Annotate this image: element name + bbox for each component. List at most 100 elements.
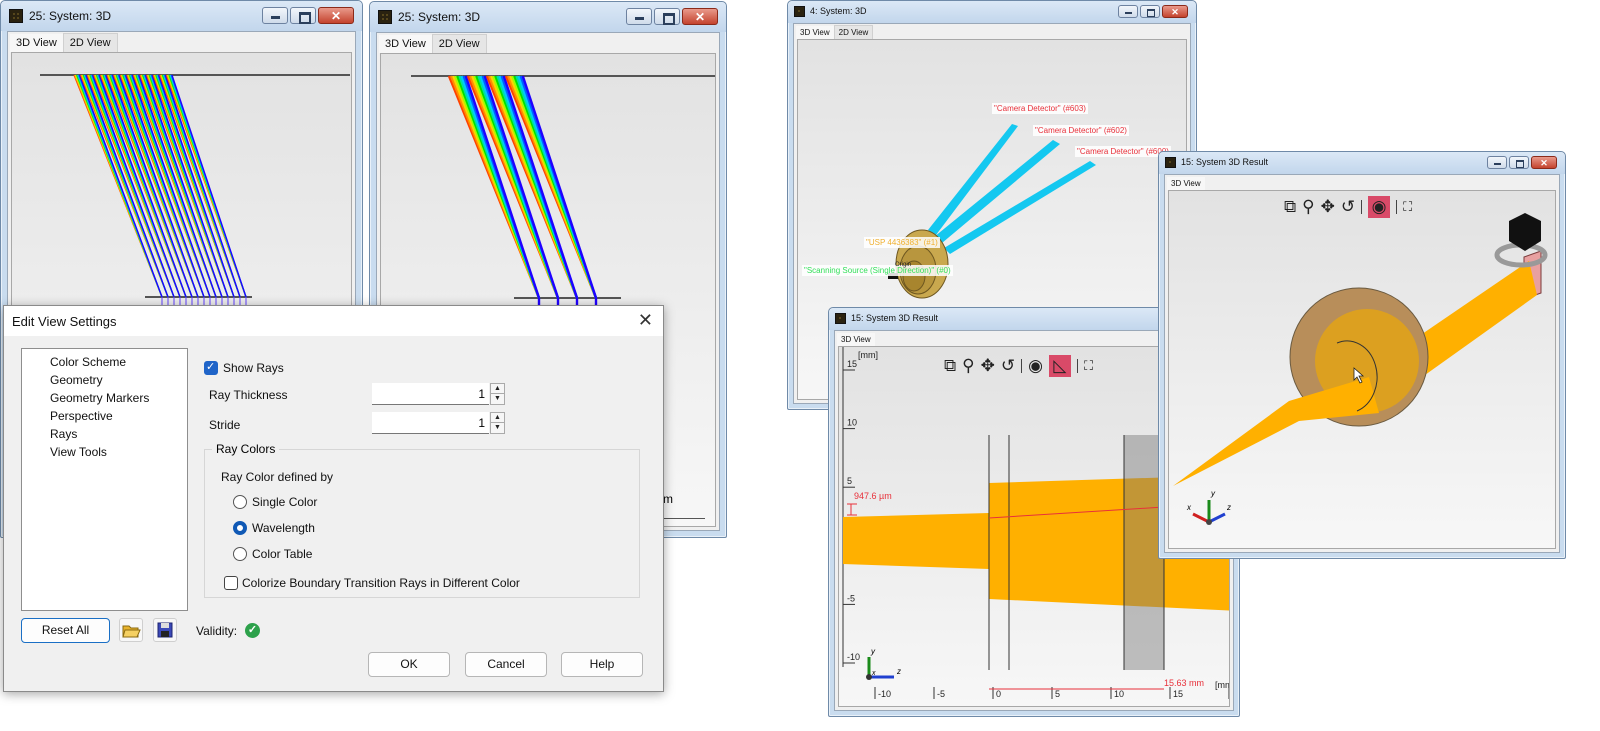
window-titlebar[interactable]: 25: System: 3D — [370, 2, 726, 32]
view-eye-icon[interactable]: ◉ — [1368, 196, 1391, 218]
show-rays-checkbox[interactable] — [204, 360, 218, 375]
zoom-icon[interactable]: ⚲ — [962, 356, 974, 376]
nav-item-geometry-markers[interactable]: Geometry Markers — [22, 389, 187, 407]
view-eye-icon[interactable]: ◉ — [1028, 356, 1043, 376]
colorize-boundary-label: Colorize Boundary Transition Rays in Dif… — [242, 576, 520, 590]
maximize-button[interactable] — [654, 8, 680, 25]
pan-icon[interactable]: ✥ — [981, 356, 995, 376]
open-button[interactable] — [119, 618, 143, 642]
floppy-disk-icon — [157, 622, 173, 638]
increment-icon[interactable]: ▲ — [491, 413, 504, 423]
maximize-button[interactable] — [290, 7, 316, 24]
increment-icon[interactable]: ▲ — [491, 384, 504, 394]
ray-thickness-label: Ray Thickness — [209, 388, 288, 402]
zoom-icon[interactable]: ⚲ — [1302, 197, 1314, 217]
label-origin: Origin — [895, 262, 912, 268]
wavelength-radio[interactable] — [233, 521, 247, 535]
fullscreen-icon[interactable]: ⛶ — [1403, 199, 1412, 215]
origin-dot — [1206, 519, 1212, 525]
dialog-title: Edit View Settings — [12, 314, 117, 329]
single-color-radio[interactable] — [233, 495, 247, 509]
tab-3d-view[interactable]: 3D View — [837, 333, 875, 346]
x-tick-label: 0 — [996, 689, 1001, 699]
rotate-icon[interactable]: ↺ — [1001, 356, 1015, 376]
settings-nav-list: Color Scheme Geometry Geometry Markers P… — [21, 348, 188, 611]
tab-3d-view[interactable]: 3D View — [1167, 177, 1205, 190]
nav-item-geometry[interactable]: Geometry — [22, 371, 187, 389]
ray-thickness-input[interactable]: 1 — [372, 383, 489, 405]
ray-thickness-stepper[interactable]: 1 ▲ ▼ — [372, 383, 506, 405]
tab-3d-view[interactable]: 3D View — [379, 35, 432, 53]
tab-3d-view[interactable]: 3D View — [796, 26, 834, 39]
label-scanning-source: "Scanning Source (Single Direction)" (#0… — [802, 265, 953, 276]
tab-3d-view[interactable]: 3D View — [10, 34, 63, 52]
minimize-button[interactable] — [1487, 156, 1507, 169]
single-color-label: Single Color — [252, 495, 318, 509]
minimize-button[interactable] — [262, 7, 288, 24]
close-button[interactable] — [1531, 156, 1557, 169]
rotate-icon[interactable]: ↺ — [1341, 197, 1355, 217]
decrement-icon[interactable]: ▼ — [491, 423, 504, 433]
color-table-radio[interactable] — [233, 547, 247, 561]
z-axis-label: z — [1226, 503, 1231, 512]
nav-item-color-scheme[interactable]: Color Scheme — [22, 353, 187, 371]
stride-input[interactable]: 1 — [372, 412, 489, 434]
x-tick-label: -10 — [878, 689, 891, 699]
y-tick-label: -5 — [847, 593, 855, 603]
pan-icon[interactable]: ✥ — [1321, 197, 1335, 217]
fullscreen-icon[interactable]: ⛶ — [1084, 358, 1093, 374]
ok-button[interactable]: OK — [368, 652, 450, 677]
close-icon[interactable]: ✕ — [638, 310, 653, 331]
window-title: 15: System 3D Result — [1181, 157, 1269, 167]
close-button[interactable] — [1162, 5, 1188, 18]
window-title: 25: System: 3D — [398, 10, 481, 24]
tab-2d-view[interactable]: 2D View — [62, 33, 118, 52]
measure-icon[interactable]: ◺ — [1048, 355, 1071, 377]
nav-item-view-tools[interactable]: View Tools — [22, 443, 187, 461]
zoom-to-fit-icon[interactable]: ⧉ — [1284, 197, 1296, 217]
maximize-button[interactable] — [1140, 5, 1160, 18]
window-titlebar[interactable]: 4: System: 3D — [788, 1, 1196, 23]
y-axis-label: y — [870, 647, 876, 656]
ray-colors-group-title: Ray Colors — [212, 442, 280, 456]
cancel-button[interactable]: Cancel — [465, 652, 547, 677]
app-icon — [1165, 157, 1176, 168]
tab-2d-view[interactable]: 2D View — [431, 34, 487, 53]
dialog-titlebar[interactable]: Edit View Settings ✕ — [4, 306, 663, 336]
y-tick-label: 5 — [847, 476, 852, 486]
label-camera-detector-602: "Camera Detector" (#602) — [1033, 125, 1129, 136]
minimize-button[interactable] — [1118, 5, 1138, 18]
toolbar-separator — [1396, 200, 1398, 214]
stride-label: Stride — [209, 418, 241, 432]
3d-viewport[interactable]: y x z ⧉ ⚲ ✥ ↺ ◉ ⛶ — [1168, 190, 1556, 549]
maximize-button[interactable] — [1509, 156, 1529, 169]
x-tick-label: -5 — [937, 689, 945, 699]
validity-check-icon: ✓ — [245, 623, 260, 638]
toolbar-separator — [1021, 359, 1023, 373]
color-table-label: Color Table — [252, 547, 313, 561]
close-button[interactable] — [318, 7, 354, 24]
app-icon — [9, 9, 23, 23]
beam-incoming — [843, 513, 989, 569]
x-axis-label: x — [1186, 503, 1192, 512]
tab-2d-view[interactable]: 2D View — [833, 25, 874, 39]
nav-item-perspective[interactable]: Perspective — [22, 407, 187, 425]
colorize-boundary-checkbox[interactable] — [224, 576, 238, 590]
beam-in — [1173, 377, 1379, 486]
window-titlebar[interactable]: 15: System 3D Result — [1159, 152, 1565, 174]
zoom-to-fit-icon[interactable]: ⧉ — [944, 356, 956, 376]
reset-all-button[interactable]: Reset All — [21, 618, 110, 643]
nav-item-rays[interactable]: Rays — [22, 425, 187, 443]
x-axis-label: x — [871, 670, 876, 677]
window-titlebar[interactable]: 25: System: 3D — [1, 1, 362, 31]
label-camera-detector-600: "Camera Detector" (#600) — [1075, 146, 1171, 157]
minimize-button[interactable] — [626, 8, 652, 25]
close-button[interactable] — [682, 8, 718, 25]
save-button[interactable] — [153, 618, 177, 642]
decrement-icon[interactable]: ▼ — [491, 394, 504, 404]
measure-horizontal-label: 15.63 mm — [1164, 678, 1205, 688]
help-button[interactable]: Help — [561, 652, 643, 677]
z-axis-label: z — [896, 667, 901, 676]
stride-stepper[interactable]: 1 ▲ ▼ — [372, 412, 506, 434]
y-tick-label: 10 — [847, 418, 857, 428]
